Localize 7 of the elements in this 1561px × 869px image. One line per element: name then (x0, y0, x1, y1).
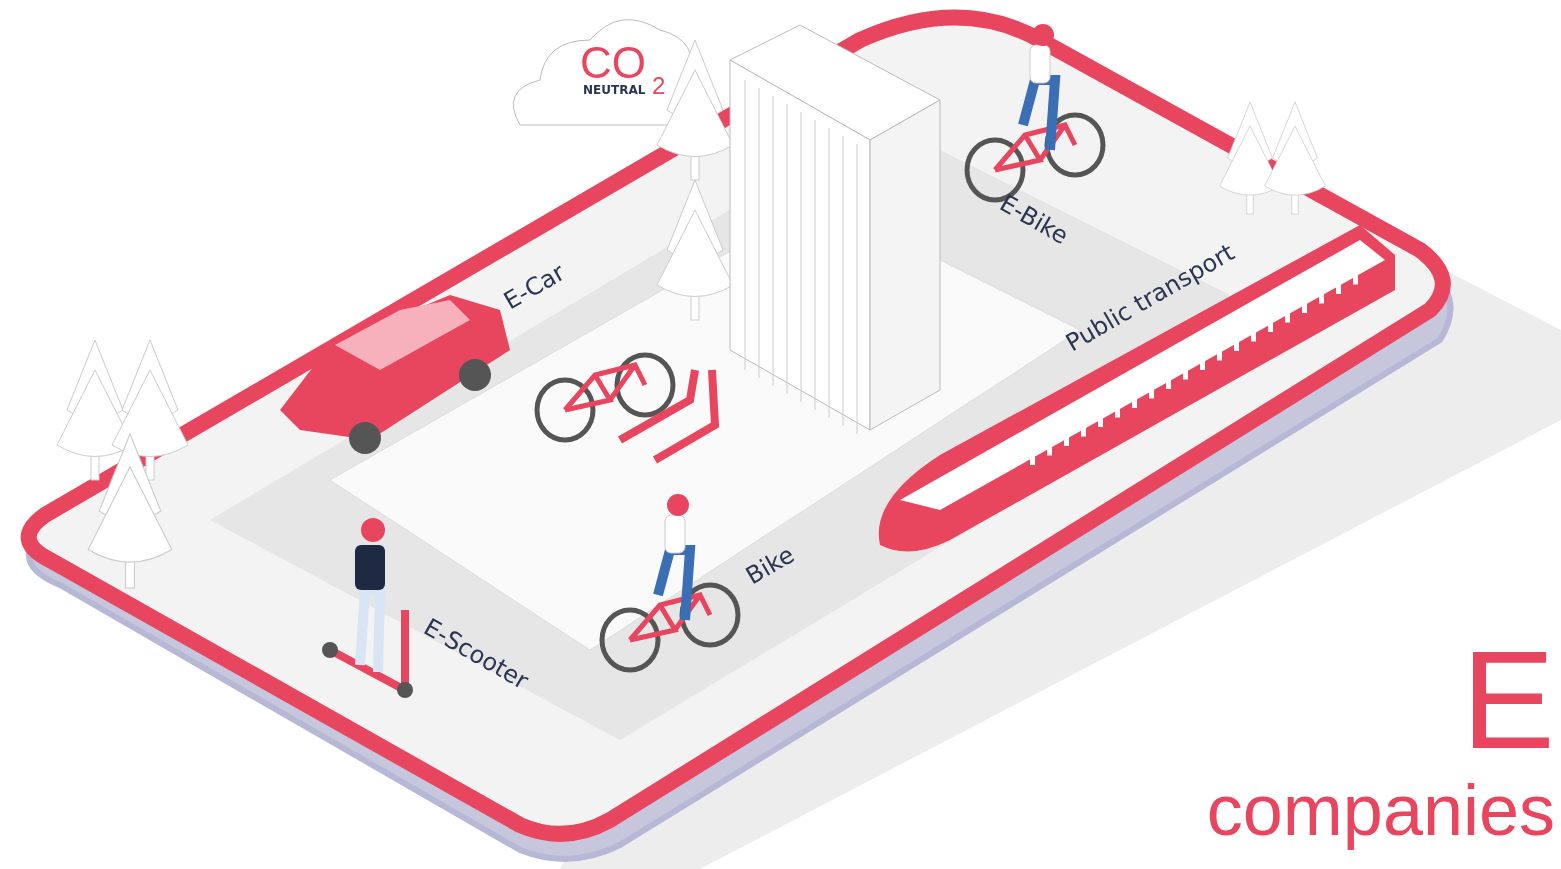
route-label: Bike (741, 540, 800, 591)
bicycle-icon (534, 352, 676, 443)
tree-icon (1264, 101, 1326, 215)
tree-icon (87, 433, 173, 589)
headline-letter: E (1461, 630, 1555, 770)
co2-caption: NEUTRAL (583, 83, 646, 97)
co2-subscript: 2 (652, 72, 666, 99)
